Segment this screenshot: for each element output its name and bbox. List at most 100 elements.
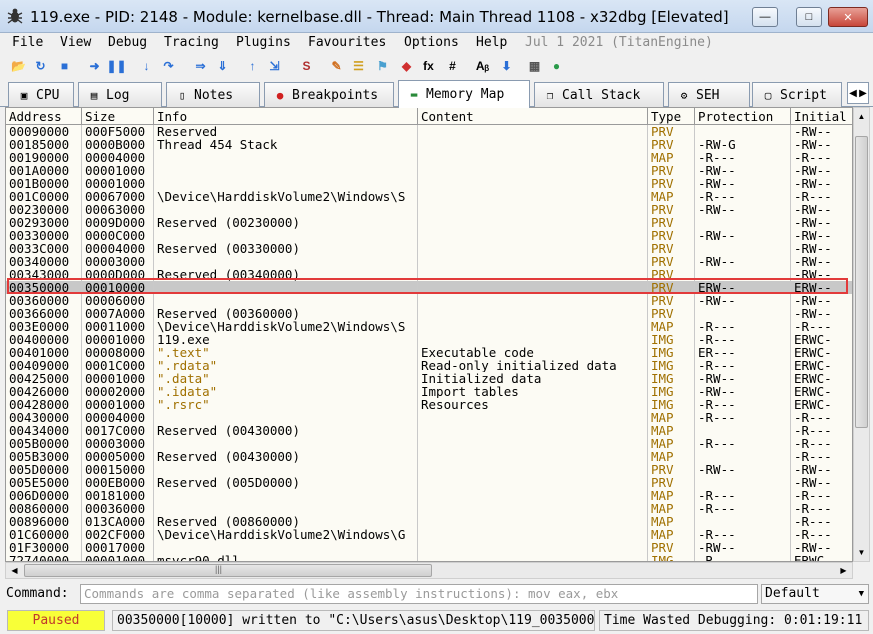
open-folder-icon[interactable]: 📂 — [10, 57, 27, 74]
scroll-down-icon[interactable]: ▼ — [854, 544, 869, 561]
table-row[interactable]: 003E0000 00011000 \Device\HarddiskVolume2\… — [6, 320, 852, 333]
step-into-icon[interactable]: ↓ — [138, 57, 155, 74]
table-row[interactable]: 00350000 00010000 PRV ERW-- ERW-- — [6, 281, 852, 294]
table-row[interactable]: 72740000 00001000 msvcr90.dll IMG -R--- ERWC- — [6, 554, 852, 561]
tab-scroll-right-icon[interactable]: ▶ — [858, 83, 868, 103]
cell-type: PRV — [651, 268, 674, 281]
globe-icon[interactable]: ● — [548, 57, 565, 74]
command-input[interactable]: Commands are comma separated (like assem… — [80, 584, 758, 604]
script-icon[interactable]: S — [298, 57, 315, 74]
table-row[interactable]: 00409000 0001C000 ".rdata" Read-only initi… — [6, 359, 852, 372]
table-row[interactable]: 00090000 000F5000 Reserved PRV -RW-- — [6, 125, 852, 138]
menu-debug[interactable]: Debug — [108, 35, 147, 50]
scroll-left-icon[interactable]: ◀ — [6, 563, 23, 578]
column-header-protection[interactable]: Protection — [695, 108, 791, 125]
cell-size: 00002000 — [85, 385, 146, 398]
command-mode-select[interactable]: Default ▼ — [761, 584, 869, 604]
table-row[interactable]: 00293000 0009D000 Reserved (00230000) PRV -R… — [6, 216, 852, 229]
table-row[interactable]: 00430000 00004000 MAP -R--- -R--- — [6, 411, 852, 424]
table-row[interactable]: 00400000 00001000 119.exe IMG -R--- ERWC- — [6, 333, 852, 346]
restart-icon[interactable]: ↻ — [32, 57, 49, 74]
labels-icon[interactable]: ⚑ — [374, 57, 391, 74]
table-row[interactable]: 00343000 0000D000 Reserved (00340000) PRV -R… — [6, 268, 852, 281]
calculator-icon[interactable]: ▦ — [526, 57, 543, 74]
vertical-scroll-thumb[interactable] — [855, 136, 868, 428]
cell-initial: -R--- — [794, 502, 832, 515]
pause-icon[interactable]: ❚❚ — [106, 57, 126, 74]
tab-scroll-left-icon[interactable]: ◀ — [848, 83, 858, 103]
tab-log[interactable]: ▤ Log — [78, 82, 162, 107]
table-row[interactable]: 005D0000 00015000 PRV -RW-- -RW-- — [6, 463, 852, 476]
table-row[interactable]: 00360000 00006000 PRV -RW-- -RW-- — [6, 294, 852, 307]
vertical-scrollbar[interactable]: ▲ ▼ — [853, 107, 870, 562]
table-row[interactable]: 00425000 00001000 ".data" Initialized data… — [6, 372, 852, 385]
close-button[interactable]: ✕ — [828, 7, 868, 27]
patch-icon[interactable]: ✎ — [328, 57, 345, 74]
maximize-button[interactable]: □ — [796, 7, 822, 27]
table-row[interactable]: 001A0000 00001000 PRV -RW-- -RW-- — [6, 164, 852, 177]
tab-call-stack[interactable]: ❐ Call Stack — [534, 82, 664, 107]
step-over-icon[interactable]: ↷ — [160, 57, 177, 74]
tab-breakpoints[interactable]: ● Breakpoints — [264, 82, 394, 107]
minimize-button[interactable]: — — [752, 7, 778, 27]
stop-icon[interactable]: ■ — [56, 57, 73, 74]
table-row[interactable]: 005E5000 000EB000 Reserved (005D0000) PRV -R… — [6, 476, 852, 489]
tab-notes[interactable]: ▯ Notes — [166, 82, 260, 107]
table-row[interactable]: 00860000 00036000 MAP -R--- -R--- — [6, 502, 852, 515]
table-row[interactable]: 00340000 00003000 PRV -RW-- -RW-- — [6, 255, 852, 268]
table-row[interactable]: 005B0000 00003000 MAP -R--- -R--- — [6, 437, 852, 450]
functions-icon[interactable]: fx — [420, 57, 437, 74]
column-header-info[interactable]: Info — [154, 108, 418, 125]
table-row[interactable]: 005B3000 00005000 Reserved (00430000) MAP -R… — [6, 450, 852, 463]
menu-help[interactable]: Help — [476, 35, 507, 50]
table-row[interactable]: 01C60000 002CF000 \Device\HarddiskVolume2\… — [6, 528, 852, 541]
scroll-right-icon[interactable]: ▶ — [835, 563, 852, 578]
horizontal-scroll-thumb[interactable]: ||| — [24, 564, 432, 577]
bookmarks-icon[interactable]: ◆ — [398, 57, 415, 74]
tab-cpu[interactable]: ▣ CPU — [8, 82, 74, 107]
tab-memory-map[interactable]: ▬ Memory Map — [398, 80, 530, 108]
menu-plugins[interactable]: Plugins — [236, 35, 291, 50]
menu-file[interactable]: File — [12, 35, 43, 50]
tab-seh[interactable]: ⚙ SEH — [668, 82, 750, 107]
table-row[interactable]: 0033C000 00004000 Reserved (00330000) PRV -R… — [6, 242, 852, 255]
column-header-address[interactable]: Address — [6, 108, 82, 125]
comments-icon[interactable]: ☰ — [350, 57, 367, 74]
table-row[interactable]: 01F30000 00017000 PRV -RW-- -RW-- — [6, 541, 852, 554]
execute-till-return-icon[interactable]: ↑ — [244, 57, 261, 74]
table-row[interactable]: 00896000 013CA000 Reserved (00860000) MAP -R… — [6, 515, 852, 528]
strings-icon[interactable]: Aᵦ — [474, 57, 491, 74]
horizontal-scrollbar[interactable]: ◀ ||| ▶ — [5, 562, 853, 579]
table-row[interactable]: 00434000 0017C000 Reserved (00430000) MAP -R… — [6, 424, 852, 437]
variables-icon[interactable]: # — [444, 57, 461, 74]
menu-favourites[interactable]: Favourites — [308, 35, 386, 50]
trace-into-icon[interactable]: ⇒ — [192, 57, 209, 74]
menu-tracing[interactable]: Tracing — [164, 35, 219, 50]
column-header-initial[interactable]: Initial — [791, 108, 852, 125]
references-icon[interactable]: ⬇ — [498, 57, 515, 74]
trace-over-icon[interactable]: ⇓ — [214, 57, 231, 74]
menu-options[interactable]: Options — [404, 35, 459, 50]
run-icon[interactable]: ➜ — [86, 57, 103, 74]
menu-view[interactable]: View — [60, 35, 91, 50]
table-row[interactable]: 00428000 00001000 ".rsrc" Resources IMG -R--… — [6, 398, 852, 411]
tab-script[interactable]: ▢ Script — [752, 82, 842, 107]
column-header-type[interactable]: Type — [648, 108, 695, 125]
table-row[interactable]: 00190000 00004000 MAP -R--- -R--- — [6, 151, 852, 164]
memory-map-table[interactable]: Address Size Info Content Type Protection Init… — [5, 107, 853, 562]
table-row[interactable]: 00185000 0000B000 Thread 454 Stack PRV -RW-G… — [6, 138, 852, 151]
table-row[interactable]: 00426000 00002000 ".idata" Import tables IM… — [6, 385, 852, 398]
scroll-up-icon[interactable]: ▲ — [854, 108, 869, 125]
run-to-user-code-icon[interactable]: ⇲ — [266, 57, 283, 74]
cell-protection: -R--- — [698, 489, 736, 502]
table-row[interactable]: 001C0000 00067000 \Device\HarddiskVolume2\… — [6, 190, 852, 203]
table-row[interactable]: 00401000 00008000 ".text" Executable code I… — [6, 346, 852, 359]
table-row[interactable]: 006D0000 00181000 MAP -R--- -R--- — [6, 489, 852, 502]
column-header-content[interactable]: Content — [418, 108, 648, 125]
table-row[interactable]: 00366000 0007A000 Reserved (00360000) PRV -R… — [6, 307, 852, 320]
table-row[interactable]: 00230000 00063000 PRV -RW-- -RW-- — [6, 203, 852, 216]
build-date: Jul 1 2021 (TitanEngine) — [525, 35, 713, 50]
table-row[interactable]: 00330000 0000C000 PRV -RW-- -RW-- — [6, 229, 852, 242]
column-header-size[interactable]: Size — [82, 108, 154, 125]
table-row[interactable]: 001B0000 00001000 PRV -RW-- -RW-- — [6, 177, 852, 190]
